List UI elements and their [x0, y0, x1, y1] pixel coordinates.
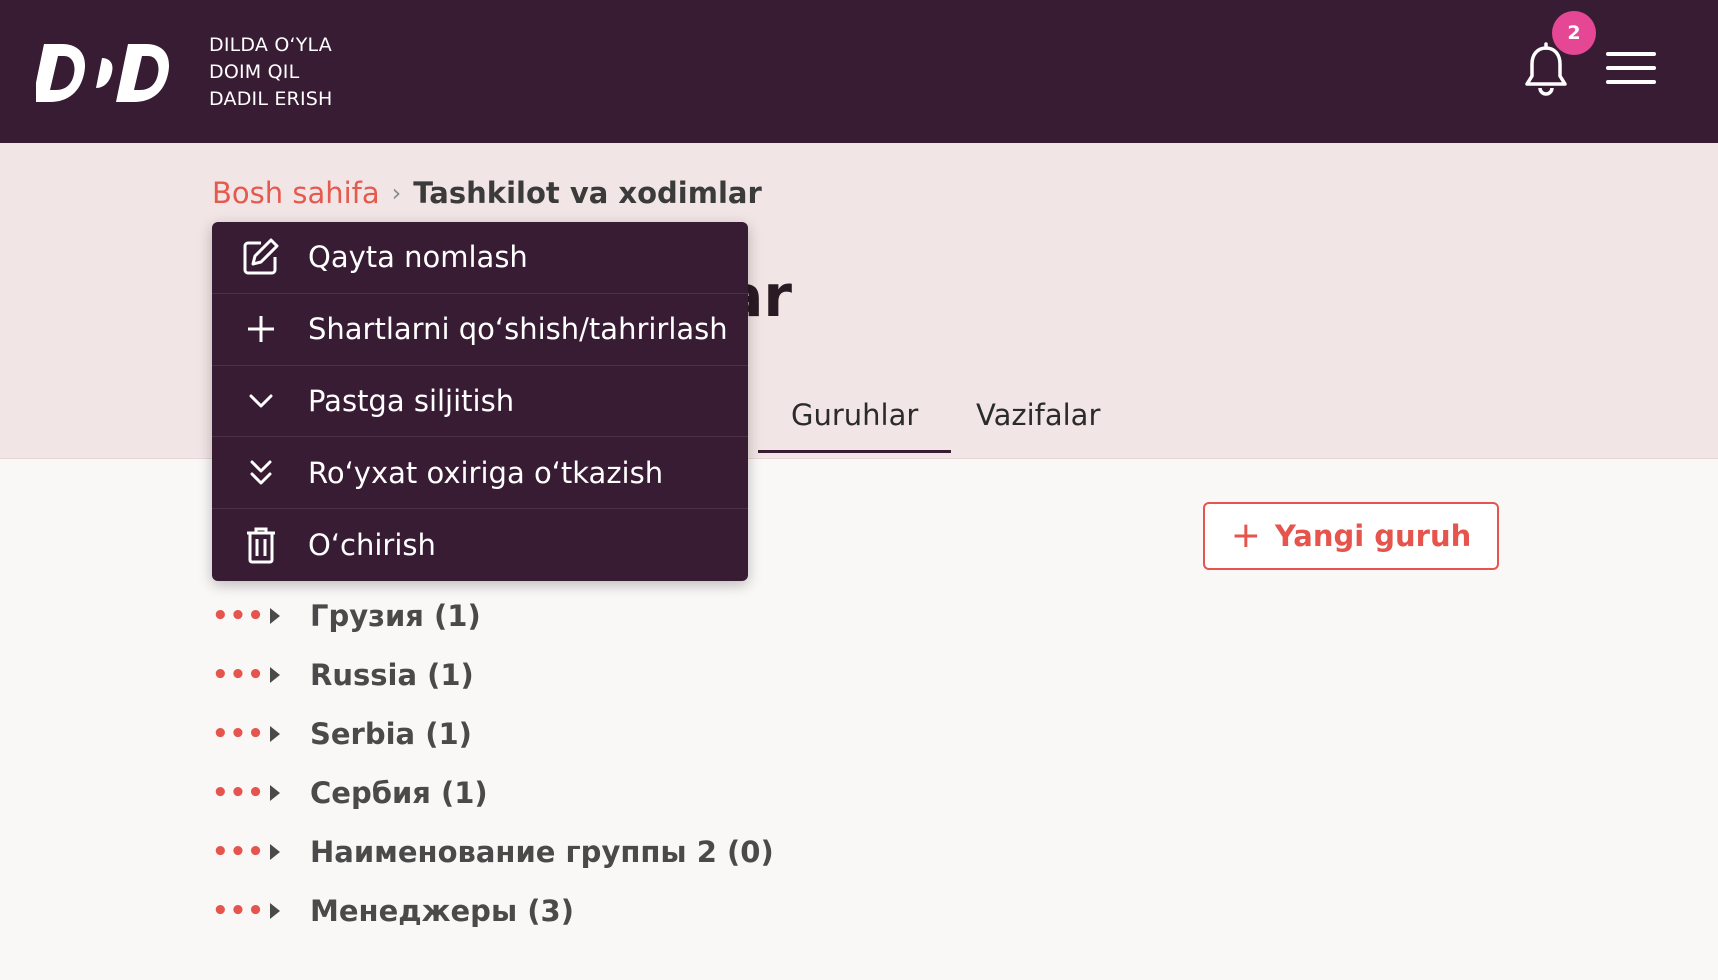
menu-item-move-down[interactable]: Pastga siljitish — [212, 366, 748, 438]
list-item: ••• Грузия (1) — [212, 586, 774, 645]
menu-item-label: O‘chirish — [308, 528, 436, 563]
new-group-label: Yangi guruh — [1274, 519, 1472, 553]
tab-guruhlar[interactable]: Guruhlar — [758, 398, 952, 453]
chevron-right-icon: › — [391, 179, 402, 207]
menu-item-rename[interactable]: Qayta nomlash — [212, 222, 748, 294]
menu-item-label: Ro‘yxat oxiriga o‘tkazish — [308, 455, 664, 490]
caret-right-icon[interactable] — [270, 843, 280, 860]
breadcrumb-current: Tashkilot va xodimlar — [413, 176, 762, 210]
caret-right-icon[interactable] — [270, 725, 280, 742]
more-options-icon[interactable]: ••• — [212, 778, 270, 808]
context-menu: Qayta nomlash Shartlarni qo‘shish/tahrir… — [212, 222, 748, 581]
edit-icon — [236, 237, 286, 277]
more-options-icon[interactable]: ••• — [212, 896, 270, 926]
trash-icon — [236, 525, 286, 565]
menu-item-label: Qayta nomlash — [308, 240, 528, 275]
new-group-button[interactable]: + Yangi guruh — [1203, 502, 1499, 570]
group-name[interactable]: Сербия (1) — [310, 776, 488, 810]
notification-badge[interactable]: 2 — [1552, 11, 1596, 55]
slogan-line: DADIL ERISH — [209, 88, 333, 110]
list-item: ••• Russia (1) — [212, 645, 774, 704]
list-item: ••• Менеджеры (3) — [212, 881, 774, 940]
menu-item-delete[interactable]: O‘chirish — [212, 509, 748, 581]
group-name[interactable]: Менеджеры (3) — [310, 894, 574, 928]
more-options-icon[interactable]: ••• — [212, 837, 270, 867]
tab-vazifalar[interactable]: Vazifalar — [976, 398, 1100, 432]
hamburger-menu-icon[interactable] — [1604, 48, 1658, 88]
group-name[interactable]: Грузия (1) — [310, 599, 481, 633]
logo-icon[interactable] — [36, 40, 182, 106]
group-name[interactable]: Наименование группы 2 (0) — [310, 835, 774, 869]
menu-item-label: Shartlarni qo‘shish/tahrirlash — [308, 312, 728, 347]
group-name[interactable]: Russia (1) — [310, 658, 474, 692]
chevron-down-icon — [236, 381, 286, 421]
slogan-line: DOIM QIL — [209, 61, 300, 83]
caret-right-icon[interactable] — [270, 666, 280, 683]
slogan-line: DILDA O‘YLA — [209, 34, 332, 56]
list-item: ••• Сербия (1) — [212, 763, 774, 822]
plus-icon — [236, 309, 286, 349]
breadcrumb-home-link[interactable]: Bosh sahifa — [212, 176, 380, 210]
double-chevron-down-icon — [236, 453, 286, 493]
caret-right-icon[interactable] — [270, 902, 280, 919]
menu-item-edit-conditions[interactable]: Shartlarni qo‘shish/tahrirlash — [212, 294, 748, 366]
menu-item-label: Pastga siljitish — [308, 383, 515, 418]
top-bar: DILDA O‘YLA DOIM QIL DADIL ERISH 2 — [0, 0, 1718, 143]
more-options-icon[interactable]: ••• — [212, 601, 270, 631]
more-options-icon[interactable]: ••• — [212, 660, 270, 690]
more-options-icon[interactable]: ••• — [212, 719, 270, 749]
menu-item-move-to-end[interactable]: Ro‘yxat oxiriga o‘tkazish — [212, 437, 748, 510]
caret-right-icon[interactable] — [270, 607, 280, 624]
list-item: ••• Наименование группы 2 (0) — [212, 822, 774, 881]
plus-icon: + — [1230, 515, 1261, 556]
group-name[interactable]: Serbia (1) — [310, 717, 472, 751]
group-list: ••• Грузия (1) ••• Russia (1) ••• Serbia… — [212, 586, 774, 940]
list-item: ••• Serbia (1) — [212, 704, 774, 763]
breadcrumb: Bosh sahifa › Tashkilot va xodimlar — [212, 176, 762, 210]
slogan: DILDA O‘YLA DOIM QIL DADIL ERISH — [209, 32, 333, 113]
caret-right-icon[interactable] — [270, 784, 280, 801]
